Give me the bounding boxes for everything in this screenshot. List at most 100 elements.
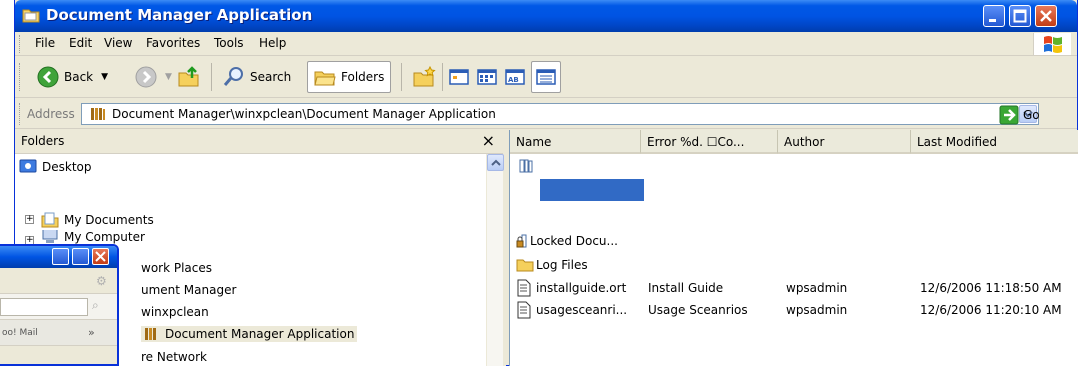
- maximize-button[interactable]: [1009, 5, 1031, 27]
- column-header-title[interactable]: Error %d. ☐Co...: [641, 130, 778, 154]
- gear-icon[interactable]: ⚙: [96, 274, 107, 288]
- file-name: usagesceanri...: [536, 303, 628, 317]
- view-thumbnails-button[interactable]: [477, 61, 497, 93]
- background-window[interactable]: ⚙ ⌕ oo! Mail »: [0, 244, 119, 366]
- menu-favorites[interactable]: Favorites: [146, 36, 200, 50]
- back-label: Back: [64, 70, 94, 84]
- standard-toolbar: Back ▼ ▼ Search Folders AB: [15, 57, 1077, 98]
- view-list-button[interactable]: [531, 61, 561, 93]
- forward-dropdown-icon[interactable]: ▼: [165, 72, 172, 82]
- folders-pane-title: Folders: [21, 134, 65, 148]
- tree-item-desktop[interactable]: Desktop: [19, 156, 92, 178]
- file-row[interactable]: Locked Docu...: [510, 230, 1078, 252]
- tree-item-label: work Places: [141, 261, 213, 275]
- document-icon: [517, 301, 531, 322]
- search-icon: [223, 67, 243, 86]
- selected-tree-item[interactable]: Document Manager Application: [141, 326, 358, 342]
- expand-icon[interactable]: +: [25, 215, 34, 224]
- forward-arrow-icon: [135, 66, 157, 88]
- file-row[interactable]: [510, 156, 1078, 178]
- file-list-pane: Name Error %d. ☐Co... Author Last Modifi…: [509, 130, 1078, 366]
- tree-item-label: ument Manager: [141, 283, 237, 297]
- address-label: Address: [27, 107, 75, 121]
- toolbar-grip[interactable]: [19, 63, 22, 91]
- maximize-button[interactable]: [72, 248, 89, 265]
- mail-link[interactable]: oo! Mail: [2, 328, 38, 338]
- toolbar-separator: [211, 63, 212, 91]
- folder-icon: [516, 257, 534, 275]
- folders-button[interactable]: Folders: [307, 61, 392, 93]
- tree-item-my-computer[interactable]: My Computer: [41, 230, 145, 244]
- tree-item-network[interactable]: re Network: [141, 346, 207, 366]
- close-icon[interactable]: ×: [482, 131, 495, 150]
- forward-button[interactable]: ▼: [135, 61, 172, 93]
- toolbar-grip[interactable]: [19, 35, 22, 53]
- title-bar[interactable]: Document Manager Application: [15, 0, 1077, 32]
- chevron-right-icon[interactable]: »: [88, 326, 95, 339]
- tree-item-label: My Computer: [64, 230, 145, 244]
- search-label: Search: [250, 70, 292, 84]
- back-button[interactable]: Back ▼: [37, 61, 108, 93]
- address-input[interactable]: Document Manager\winxpclean\Document Man…: [81, 103, 1039, 125]
- background-window-toolbar: ⚙: [0, 268, 117, 294]
- tree-item-network-places[interactable]: work Places: [141, 257, 212, 279]
- search-icon[interactable]: ⌕: [92, 298, 99, 313]
- svg-text:AB: AB: [508, 76, 519, 84]
- menu-file[interactable]: File: [35, 36, 55, 50]
- menu-tools[interactable]: Tools: [214, 36, 244, 50]
- my-computer-icon: [42, 230, 58, 243]
- library-icon: [518, 158, 534, 177]
- tree-item-label: Document Manager Application: [165, 327, 355, 341]
- menu-help[interactable]: Help: [259, 36, 286, 50]
- file-title: Usage Sceanrios: [648, 303, 748, 317]
- go-arrow-icon: [999, 105, 1019, 125]
- file-row[interactable]: usagesceanri... Usage Sceanrios wpsadmin…: [510, 299, 1078, 321]
- menu-edit[interactable]: Edit: [69, 36, 92, 50]
- rename-input[interactable]: [540, 179, 644, 201]
- column-header-name[interactable]: Name: [510, 130, 641, 154]
- close-button[interactable]: [1035, 5, 1057, 27]
- library-icon: [145, 328, 156, 340]
- background-window-link-row: oo! Mail »: [0, 320, 117, 346]
- new-folder-button[interactable]: [412, 61, 436, 93]
- file-title: Install Guide: [648, 281, 724, 295]
- folder-icon: [22, 7, 40, 23]
- folders-scrollbar[interactable]: [486, 154, 504, 366]
- scroll-up-button[interactable]: [487, 154, 504, 171]
- menu-bar: File Edit View Favorites Tools Help: [15, 32, 1077, 56]
- file-row[interactable]: installguide.ort Install Guide wpsadmin …: [510, 277, 1078, 299]
- background-window-title-bar[interactable]: [0, 246, 117, 268]
- menu-view[interactable]: View: [104, 36, 132, 50]
- toolbar-separator: [442, 63, 443, 91]
- back-arrow-icon: [37, 66, 59, 88]
- close-button[interactable]: [92, 248, 109, 265]
- address-bar: Address Document Manager\winxpclean\Docu…: [15, 99, 1077, 129]
- folders-label: Folders: [341, 70, 385, 84]
- tree-item-winxpclean[interactable]: winxpclean: [141, 301, 209, 323]
- file-name: Locked Docu...: [530, 234, 618, 248]
- file-row[interactable]: Log Files: [510, 254, 1078, 276]
- document-icon: [517, 279, 531, 300]
- view-details-button[interactable]: [449, 61, 469, 93]
- up-folder-icon: [178, 66, 199, 87]
- file-name: Log Files: [536, 258, 588, 272]
- search-input[interactable]: [0, 298, 88, 316]
- column-header-author[interactable]: Author: [778, 130, 911, 154]
- minimize-button[interactable]: [983, 5, 1005, 27]
- search-button[interactable]: Search: [223, 61, 291, 93]
- thumbnails-icon: [477, 69, 497, 85]
- tree-item-document-manager-application[interactable]: Document Manager Application: [141, 323, 358, 345]
- desktop-icon: [19, 159, 37, 173]
- minimize-button[interactable]: [52, 248, 69, 265]
- tree-item-document-manager[interactable]: ument Manager: [141, 279, 236, 301]
- back-dropdown-icon[interactable]: ▼: [101, 72, 108, 82]
- view-tiles-button[interactable]: AB: [505, 61, 525, 93]
- tree-item-my-documents[interactable]: My Documents: [41, 209, 154, 231]
- file-name: installguide.ort: [536, 281, 627, 295]
- toolbar-grip[interactable]: [19, 103, 22, 125]
- close-icon: [95, 251, 106, 262]
- go-label: Go: [1023, 108, 1040, 122]
- go-button[interactable]: Go: [999, 105, 1040, 125]
- column-header-last-modified[interactable]: Last Modified: [911, 130, 1078, 154]
- up-folder-button[interactable]: [177, 61, 201, 93]
